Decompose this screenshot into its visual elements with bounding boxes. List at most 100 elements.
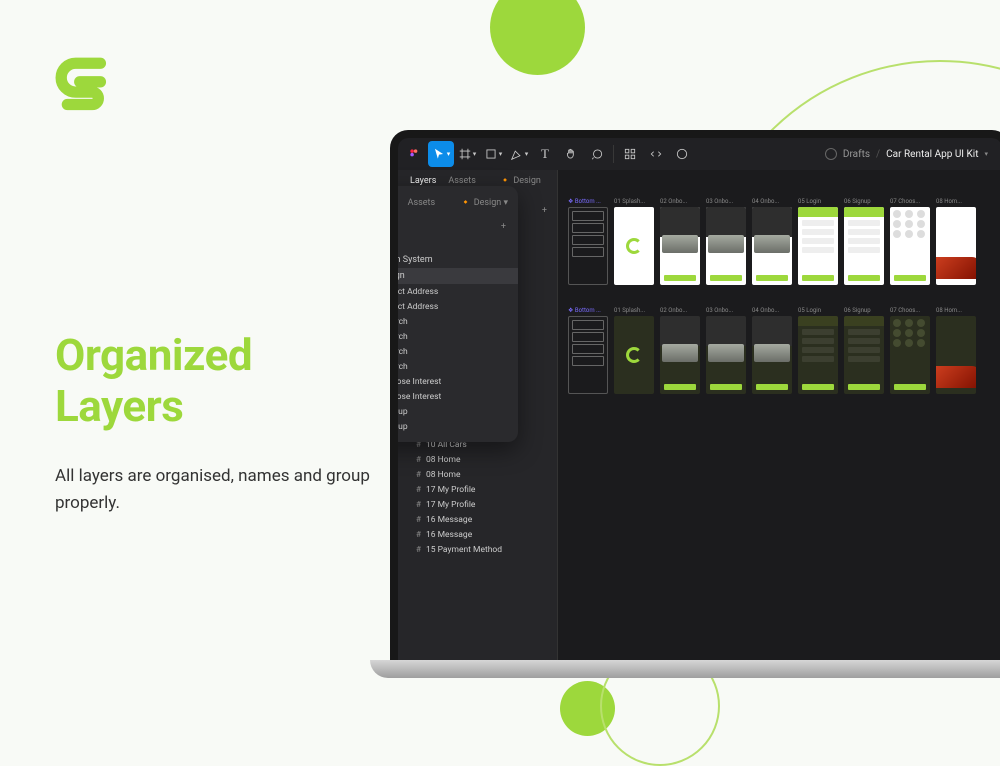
frame-wrapper: 02 Onbo... — [660, 307, 700, 394]
decor-circle-top — [490, 0, 585, 75]
layer-item[interactable]: 16 Message — [398, 512, 557, 527]
layer-item[interactable]: 00 Search — [390, 329, 518, 344]
frame-icon — [416, 530, 421, 540]
artboard[interactable] — [936, 316, 976, 394]
layer-item[interactable]: 14 Select Address — [390, 299, 518, 314]
layer-item[interactable]: 07 Choose Interest — [390, 374, 518, 389]
layer-item[interactable]: 00 Search — [390, 359, 518, 374]
panel-tab-assets[interactable]: Assets — [408, 198, 436, 208]
add-page-button[interactable]: + — [501, 222, 506, 232]
artboard[interactable] — [614, 207, 654, 285]
layer-item[interactable]: 07 Choose Interest — [390, 389, 518, 404]
layer-item[interactable]: 00 Search — [390, 344, 518, 359]
artboard[interactable] — [844, 207, 884, 285]
frame-label[interactable]: ❖ Bottom ... — [568, 198, 608, 205]
frame-tool-button[interactable]: ▾ — [454, 141, 480, 167]
frame-wrapper: 04 Onbo... — [752, 198, 792, 285]
frame-label[interactable]: 03 Onbo... — [706, 198, 746, 205]
frame-label[interactable]: 02 Onbo... — [660, 307, 700, 314]
artboard[interactable] — [844, 316, 884, 394]
artboard[interactable] — [798, 207, 838, 285]
layer-item[interactable]: 06 Signup — [390, 419, 518, 434]
frame-label[interactable]: 01 Splash... — [614, 198, 654, 205]
artboard[interactable] — [706, 207, 746, 285]
figma-ui: ▾ ▾ ▾ ▾ T Drafts / Car Rental App UI Kit… — [398, 138, 1000, 660]
layer-item[interactable]: 00 Search — [390, 314, 518, 329]
frame-label[interactable]: 05 Login — [798, 307, 838, 314]
laptop-mockup: ▾ ▾ ▾ ▾ T Drafts / Car Rental App UI Kit… — [390, 130, 1000, 678]
artboard[interactable] — [752, 207, 792, 285]
sidebar-add-page[interactable]: + — [542, 206, 547, 216]
artboard[interactable] — [706, 316, 746, 394]
frame-label[interactable]: 07 Choos... — [890, 198, 930, 205]
figma-canvas[interactable]: ❖ Bottom ... 01 Splash... 02 Onbo... 03 Onb… — [558, 170, 1000, 660]
frame-label[interactable]: 06 Signup — [844, 307, 884, 314]
frame-wrapper: ❖ Bottom ... — [568, 198, 608, 285]
figma-toolbar: ▾ ▾ ▾ ▾ T Drafts / Car Rental App UI Kit… — [398, 138, 1000, 170]
hero-subtitle: All layers are organised, names and grou… — [55, 463, 385, 516]
frame-wrapper: 05 Login — [798, 198, 838, 285]
artboard[interactable] — [798, 316, 838, 394]
frame-label[interactable]: 07 Choos... — [890, 307, 930, 314]
figma-logo-button[interactable] — [402, 141, 428, 167]
frame-label[interactable]: ❖ Bottom ... — [568, 307, 608, 314]
frame-label[interactable]: 08 Hom... — [936, 307, 976, 314]
hand-tool-button[interactable] — [558, 141, 584, 167]
artboard[interactable] — [660, 207, 700, 285]
layers-panel-floating: 🔍 Layers Assets 🔸 Design ▾ Pages + Previ… — [390, 186, 518, 442]
layer-item[interactable]: 17 My Profile — [398, 482, 557, 497]
frame-wrapper: 03 Onbo... — [706, 307, 746, 394]
shape-tool-button[interactable]: ▾ — [480, 141, 506, 167]
resources-button[interactable] — [617, 141, 643, 167]
frame-icon — [416, 470, 421, 480]
hero-title-line1: Organized — [55, 330, 385, 381]
artboard[interactable] — [568, 316, 608, 394]
frame-label[interactable]: 02 Onbo... — [660, 198, 700, 205]
file-name: Car Rental App UI Kit — [886, 149, 978, 160]
frame-icon — [416, 485, 421, 495]
frame-wrapper: 04 Onbo... — [752, 307, 792, 394]
frame-label[interactable]: 05 Login — [798, 198, 838, 205]
artboard[interactable] — [752, 316, 792, 394]
frame-icon — [416, 515, 421, 525]
page-item-preview[interactable]: Preview — [390, 236, 518, 252]
layer-item[interactable]: 17 My Profile — [398, 497, 557, 512]
frame-wrapper: 07 Choos... — [890, 198, 930, 285]
frame-wrapper: 03 Onbo... — [706, 198, 746, 285]
artboard[interactable] — [568, 207, 608, 285]
layer-item[interactable]: 16 Message — [398, 527, 557, 542]
frame-wrapper: 01 Splash... — [614, 198, 654, 285]
comment-tool-button[interactable] — [584, 141, 610, 167]
frame-wrapper: ❖ Bottom ... — [568, 307, 608, 394]
frame-label[interactable]: 04 Onbo... — [752, 307, 792, 314]
frame-label[interactable]: 01 Splash... — [614, 307, 654, 314]
layer-item[interactable]: 14 Select Address — [390, 284, 518, 299]
frame-label[interactable]: 04 Onbo... — [752, 198, 792, 205]
artboard[interactable] — [660, 316, 700, 394]
layer-item[interactable]: 08 Home — [398, 467, 557, 482]
layer-item[interactable]: 08 Home — [398, 452, 557, 467]
frame-label[interactable]: 06 Signup — [844, 198, 884, 205]
frame-wrapper: 02 Onbo... — [660, 198, 700, 285]
frame-wrapper: 01 Splash... — [614, 307, 654, 394]
frame-label[interactable]: 03 Onbo... — [706, 307, 746, 314]
actions-button[interactable] — [669, 141, 695, 167]
move-tool-button[interactable]: ▾ — [428, 141, 454, 167]
file-breadcrumb[interactable]: Drafts / Car Rental App UI Kit ▾ — [825, 148, 998, 160]
frame-label[interactable]: 08 Hom... — [936, 198, 976, 205]
text-tool-button[interactable]: T — [532, 141, 558, 167]
layer-item[interactable]: 06 Signup — [390, 404, 518, 419]
frame-icon — [416, 455, 421, 465]
page-item-design-system[interactable]: 💎Design System — [390, 252, 518, 268]
panel-tab-layers[interactable]: Layers — [390, 198, 394, 208]
layer-item[interactable]: 15 Payment Method — [398, 542, 557, 557]
frame-wrapper: 08 Hom... — [936, 198, 976, 285]
page-item-design[interactable]: ▾🔸 Design — [390, 268, 518, 284]
artboard[interactable] — [936, 207, 976, 285]
artboard[interactable] — [890, 316, 930, 394]
panel-page-chip[interactable]: 🔸 Design ▾ — [460, 198, 508, 208]
pen-tool-button[interactable]: ▾ — [506, 141, 532, 167]
artboard[interactable] — [890, 207, 930, 285]
artboard[interactable] — [614, 316, 654, 394]
dev-mode-button[interactable] — [643, 141, 669, 167]
